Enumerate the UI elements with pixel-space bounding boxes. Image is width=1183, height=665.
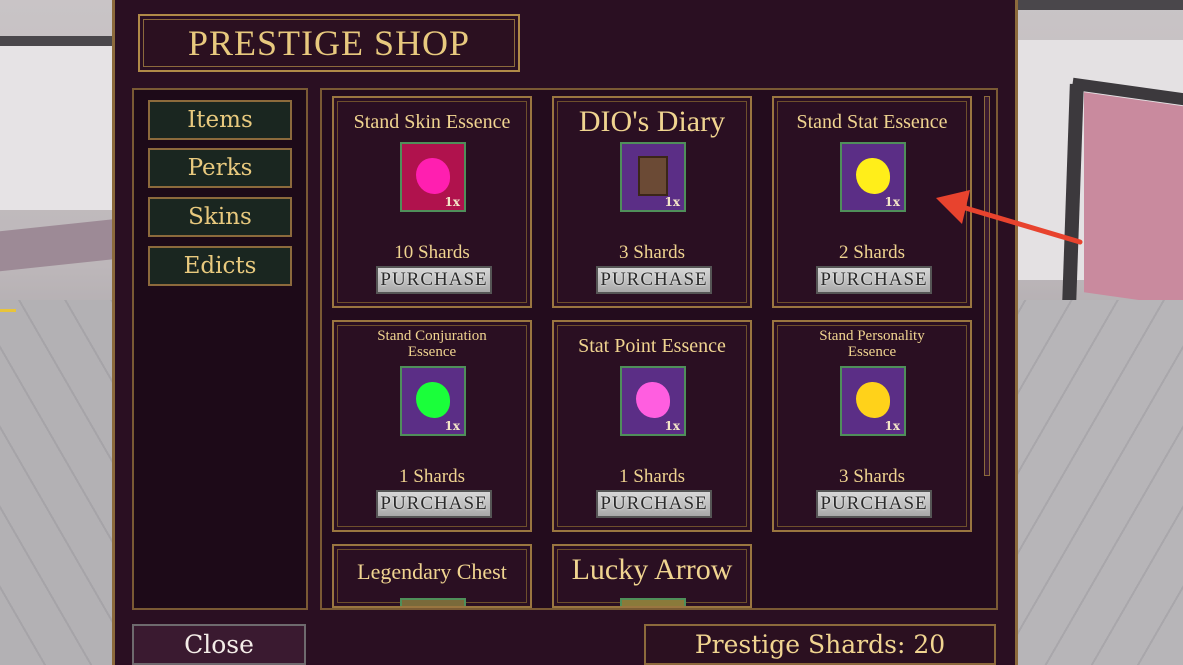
item-price: 1 Shards (399, 466, 465, 487)
item-name: Stand Stat Essence (796, 111, 948, 133)
shop-item-card: Stand Skin Essence 1x 10 Shards PURCHASE (332, 96, 532, 308)
item-price: 3 Shards (619, 242, 685, 263)
sidebar-item-perks[interactable]: Perks (148, 148, 292, 188)
background-beam-left (0, 36, 118, 46)
item-quantity: 1x (884, 195, 900, 209)
item-quantity: 1x (664, 419, 680, 433)
item-quantity: 1x (444, 419, 460, 433)
item-name: Stand Skin Essence (353, 111, 511, 133)
item-name: Lucky Arrow (571, 553, 733, 586)
sidebar-item-edicts[interactable]: Edicts (148, 246, 292, 286)
shop-item-card: Stat Point Essence 1x 1 Shards PURCHASE (552, 320, 752, 532)
item-grid-scrollbar[interactable] (984, 96, 990, 476)
annotation-arrow-icon (936, 190, 1083, 245)
shop-item-card: Stand Personality Essence 1x 3 Shards PU… (772, 320, 972, 532)
purchase-button[interactable]: PURCHASE (596, 490, 712, 518)
item-name: Stat Point Essence (578, 335, 726, 357)
pink-essence-icon (636, 382, 670, 418)
item-icon-frame[interactable]: 1x (400, 366, 466, 436)
gold-essence-icon (856, 382, 890, 418)
purchase-button[interactable]: PURCHASE (816, 266, 932, 294)
yellow-essence-icon (856, 158, 890, 194)
chest-icon[interactable] (400, 598, 466, 606)
shop-title: PRESTIGE SHOP (138, 14, 520, 72)
purchase-button[interactable]: PURCHASE (376, 490, 492, 518)
purchase-button[interactable]: PURCHASE (376, 266, 492, 294)
purchase-button[interactable]: PURCHASE (816, 490, 932, 518)
item-name: DIO's Diary (578, 105, 726, 138)
sidebar-item-items[interactable]: Items (148, 100, 292, 140)
background-table (0, 218, 118, 272)
shop-item-card: Lucky Arrow (552, 544, 752, 608)
background-pink-cloth (1084, 92, 1183, 308)
item-name: Stand Personality Essence (819, 328, 925, 360)
shop-item-card: DIO's Diary 1x 3 Shards PURCHASE (552, 96, 752, 308)
background-floor-left (0, 300, 118, 665)
item-quantity: 1x (444, 195, 460, 209)
shop-item-card: Legendary Chest (332, 544, 532, 608)
item-price: 1 Shards (619, 466, 685, 487)
item-icon-frame[interactable]: 1x (620, 142, 686, 212)
background-yellow-marker (0, 309, 16, 312)
item-name: Stand Conjuration Essence (377, 328, 487, 360)
item-icon-frame[interactable]: 1x (400, 142, 466, 212)
arrow-item-icon[interactable] (620, 598, 686, 606)
shop-item-card: Stand Conjuration Essence 1x 1 Shards PU… (332, 320, 532, 532)
item-icon-frame[interactable]: 1x (840, 366, 906, 436)
background-beam-right (1015, 0, 1183, 10)
background-wall-left (0, 40, 118, 210)
item-icon-frame[interactable]: 1x (620, 366, 686, 436)
prestige-shards-counter: Prestige Shards: 20 (644, 624, 996, 665)
background-floor-right (1015, 300, 1183, 665)
item-quantity: 1x (664, 195, 680, 209)
close-button[interactable]: Close (132, 624, 306, 665)
item-icon-frame[interactable]: 1x (840, 142, 906, 212)
pink-essence-icon (416, 158, 450, 194)
sidebar-item-skins[interactable]: Skins (148, 197, 292, 237)
purchase-button[interactable]: PURCHASE (596, 266, 712, 294)
diary-book-icon (638, 156, 668, 196)
green-essence-icon (416, 382, 450, 418)
item-name: Legendary Chest (357, 559, 507, 584)
item-price: 3 Shards (839, 466, 905, 487)
item-quantity: 1x (884, 419, 900, 433)
item-price: 10 Shards (394, 242, 470, 263)
